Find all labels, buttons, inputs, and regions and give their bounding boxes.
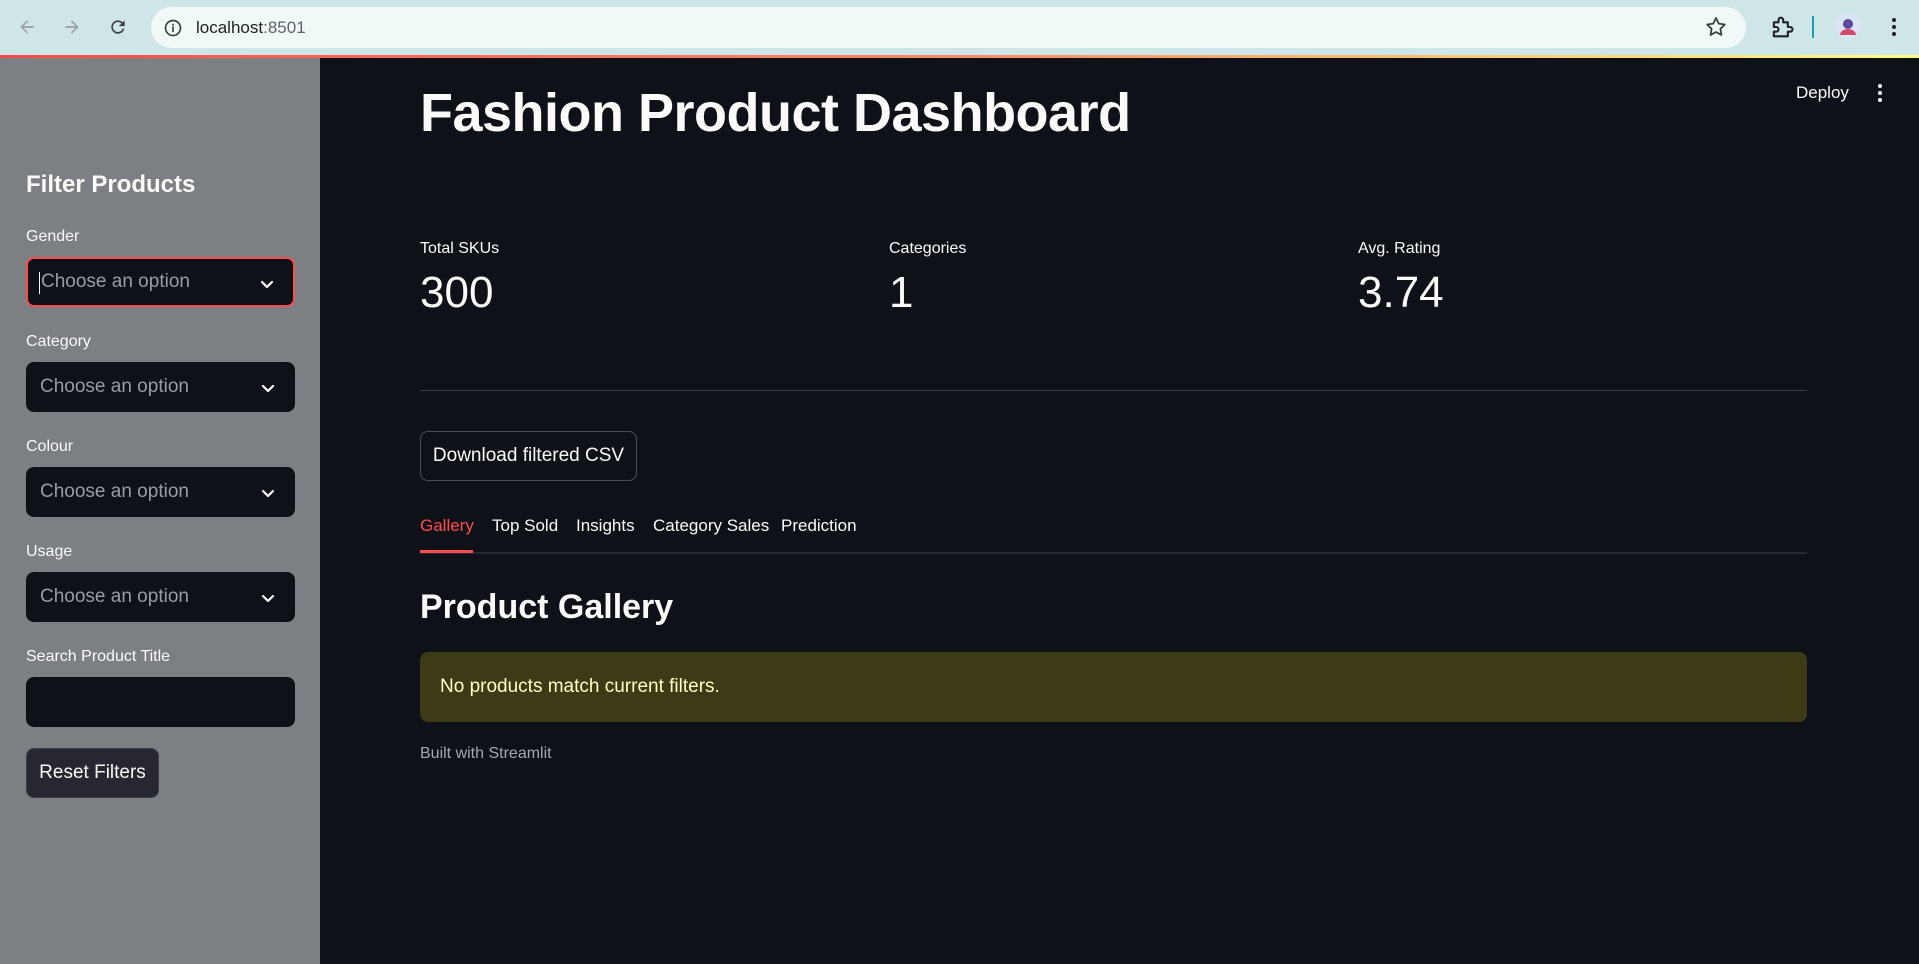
- tab-insights[interactable]: Insights: [576, 516, 635, 554]
- chevron-down-icon: [261, 489, 275, 498]
- tab-category-sales[interactable]: Category Sales: [653, 516, 769, 554]
- chevron-down-icon: [260, 280, 274, 289]
- chevron-down-icon: [261, 594, 275, 603]
- profile-avatar[interactable]: [1835, 13, 1861, 39]
- metric-avg-rating-label: Avg. Rating: [1358, 240, 1441, 257]
- bookmark-star-icon[interactable]: [1704, 15, 1728, 39]
- gender-label: Gender: [26, 228, 80, 245]
- chevron-down-icon: [261, 384, 275, 393]
- usage-select-value: Choose an option: [40, 586, 189, 607]
- footer-text: Built with Streamlit: [420, 745, 552, 762]
- url-host: localhost: [196, 17, 264, 37]
- browser-toolbar: localhost:8501: [0, 0, 1919, 55]
- category-select-value: Choose an option: [40, 376, 189, 397]
- tab-bar: Gallery Top Sold Insights Category Sales…: [420, 516, 1807, 554]
- colour-select[interactable]: Choose an option: [26, 467, 295, 517]
- no-products-warning: No products match current filters.: [420, 652, 1807, 722]
- category-label: Category: [26, 333, 91, 350]
- back-arrow-icon[interactable]: [12, 12, 42, 42]
- sidebar: Filter Products Gender Choose an option …: [0, 58, 320, 964]
- url-text: localhost:8501: [196, 18, 306, 38]
- url-port: :8501: [263, 17, 306, 37]
- download-csv-button[interactable]: Download filtered CSV: [420, 431, 637, 481]
- page-title: Fashion Product Dashboard: [420, 83, 1131, 143]
- tab-gallery[interactable]: Gallery: [420, 516, 474, 554]
- gender-select[interactable]: Choose an option: [26, 257, 295, 307]
- browser-menu-icon[interactable]: [1882, 13, 1906, 41]
- gender-select-value: Choose an option: [41, 271, 190, 292]
- address-bar[interactable]: localhost:8501: [151, 7, 1746, 48]
- search-title-input[interactable]: [26, 677, 295, 727]
- divider: [420, 390, 1807, 391]
- usage-select[interactable]: Choose an option: [26, 572, 295, 622]
- colour-select-value: Choose an option: [40, 481, 189, 502]
- reset-filters-button[interactable]: Reset Filters: [26, 748, 159, 798]
- metric-total-skus-value: 300: [420, 268, 494, 317]
- metric-avg-rating-value: 3.74: [1358, 268, 1444, 317]
- forward-arrow-icon[interactable]: [57, 12, 87, 42]
- sidebar-title: Filter Products: [26, 171, 196, 198]
- metric-total-skus-label: Total SKUs: [420, 240, 500, 257]
- reload-icon[interactable]: [103, 12, 133, 42]
- tab-gallery-label: Gallery: [420, 516, 474, 535]
- search-title-label: Search Product Title: [26, 648, 171, 665]
- deploy-button[interactable]: Deploy: [1796, 83, 1849, 103]
- metric-categories-label: Categories: [889, 240, 967, 257]
- usage-label: Usage: [26, 543, 73, 560]
- toolbar-separator: [1812, 16, 1814, 38]
- metric-categories-value: 1: [889, 268, 914, 317]
- category-select[interactable]: Choose an option: [26, 362, 295, 412]
- text-cursor: [39, 272, 40, 294]
- app-menu-icon[interactable]: [1874, 84, 1886, 106]
- section-title: Product Gallery: [420, 588, 674, 626]
- tab-top-sold[interactable]: Top Sold: [492, 516, 558, 554]
- colour-label: Colour: [26, 438, 74, 455]
- site-info-icon[interactable]: [161, 16, 185, 40]
- active-tab-indicator: [420, 550, 473, 553]
- tab-prediction[interactable]: Prediction: [781, 516, 857, 554]
- extensions-puzzle-icon[interactable]: [1768, 13, 1796, 41]
